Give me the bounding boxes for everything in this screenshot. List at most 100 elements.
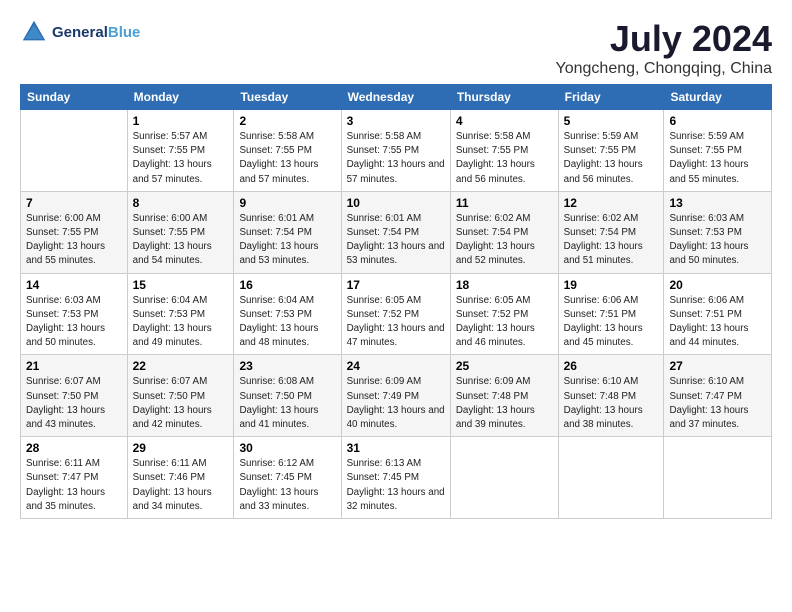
day-number: 8 <box>133 196 229 210</box>
calendar-table: Sunday Monday Tuesday Wednesday Thursday… <box>20 84 772 519</box>
day-number: 1 <box>133 114 229 128</box>
logo-icon <box>20 18 48 46</box>
cell-w2-d2: 8 Sunrise: 6:00 AMSunset: 7:55 PMDayligh… <box>127 191 234 273</box>
day-number: 21 <box>26 359 122 373</box>
cell-w5-d3: 30 Sunrise: 6:12 AMSunset: 7:45 PMDaylig… <box>234 437 341 519</box>
day-info: Sunrise: 6:06 AMSunset: 7:51 PMDaylight:… <box>669 295 748 349</box>
cell-w2-d6: 12 Sunrise: 6:02 AMSunset: 7:54 PMDaylig… <box>558 191 664 273</box>
header: GeneralBlue July 2024 Yongcheng, Chongqi… <box>20 18 772 78</box>
cell-w4-d4: 24 Sunrise: 6:09 AMSunset: 7:49 PMDaylig… <box>341 355 450 437</box>
col-monday: Monday <box>127 85 234 110</box>
day-info: Sunrise: 6:07 AMSunset: 7:50 PMDaylight:… <box>26 376 105 430</box>
cell-w5-d4: 31 Sunrise: 6:13 AMSunset: 7:45 PMDaylig… <box>341 437 450 519</box>
cell-w1-d5: 4 Sunrise: 5:58 AMSunset: 7:55 PMDayligh… <box>450 110 558 192</box>
cell-w4-d2: 22 Sunrise: 6:07 AMSunset: 7:50 PMDaylig… <box>127 355 234 437</box>
day-number: 7 <box>26 196 122 210</box>
title-block: July 2024 Yongcheng, Chongqing, China <box>556 18 772 78</box>
day-info: Sunrise: 6:01 AMSunset: 7:54 PMDaylight:… <box>239 213 318 267</box>
day-info: Sunrise: 6:03 AMSunset: 7:53 PMDaylight:… <box>26 295 105 349</box>
day-info: Sunrise: 6:13 AMSunset: 7:45 PMDaylight:… <box>347 458 445 512</box>
day-number: 30 <box>239 441 335 455</box>
day-number: 24 <box>347 359 445 373</box>
cell-w5-d7 <box>664 437 772 519</box>
cell-w1-d4: 3 Sunrise: 5:58 AMSunset: 7:55 PMDayligh… <box>341 110 450 192</box>
day-info: Sunrise: 5:58 AMSunset: 7:55 PMDaylight:… <box>347 131 445 185</box>
day-number: 27 <box>669 359 766 373</box>
day-number: 31 <box>347 441 445 455</box>
week-row-2: 7 Sunrise: 6:00 AMSunset: 7:55 PMDayligh… <box>21 191 772 273</box>
day-number: 11 <box>456 196 553 210</box>
cell-w5-d1: 28 Sunrise: 6:11 AMSunset: 7:47 PMDaylig… <box>21 437 128 519</box>
day-number: 29 <box>133 441 229 455</box>
col-sunday: Sunday <box>21 85 128 110</box>
week-row-3: 14 Sunrise: 6:03 AMSunset: 7:53 PMDaylig… <box>21 273 772 355</box>
cell-w3-d2: 15 Sunrise: 6:04 AMSunset: 7:53 PMDaylig… <box>127 273 234 355</box>
day-info: Sunrise: 6:03 AMSunset: 7:53 PMDaylight:… <box>669 213 748 267</box>
day-info: Sunrise: 6:04 AMSunset: 7:53 PMDaylight:… <box>239 295 318 349</box>
cell-w4-d1: 21 Sunrise: 6:07 AMSunset: 7:50 PMDaylig… <box>21 355 128 437</box>
day-number: 20 <box>669 278 766 292</box>
col-tuesday: Tuesday <box>234 85 341 110</box>
day-number: 6 <box>669 114 766 128</box>
cell-w1-d3: 2 Sunrise: 5:58 AMSunset: 7:55 PMDayligh… <box>234 110 341 192</box>
cell-w5-d5 <box>450 437 558 519</box>
day-number: 5 <box>564 114 659 128</box>
cell-w4-d5: 25 Sunrise: 6:09 AMSunset: 7:48 PMDaylig… <box>450 355 558 437</box>
page-container: GeneralBlue July 2024 Yongcheng, Chongqi… <box>0 0 792 529</box>
sub-title: Yongcheng, Chongqing, China <box>556 60 772 78</box>
week-row-1: 1 Sunrise: 5:57 AMSunset: 7:55 PMDayligh… <box>21 110 772 192</box>
cell-w5-d6 <box>558 437 664 519</box>
cell-w3-d7: 20 Sunrise: 6:06 AMSunset: 7:51 PMDaylig… <box>664 273 772 355</box>
day-number: 13 <box>669 196 766 210</box>
header-row: Sunday Monday Tuesday Wednesday Thursday… <box>21 85 772 110</box>
col-saturday: Saturday <box>664 85 772 110</box>
day-number: 3 <box>347 114 445 128</box>
day-info: Sunrise: 6:10 AMSunset: 7:48 PMDaylight:… <box>564 376 643 430</box>
cell-w3-d4: 17 Sunrise: 6:05 AMSunset: 7:52 PMDaylig… <box>341 273 450 355</box>
week-row-5: 28 Sunrise: 6:11 AMSunset: 7:47 PMDaylig… <box>21 437 772 519</box>
logo-text: GeneralBlue <box>52 24 140 41</box>
cell-w4-d3: 23 Sunrise: 6:08 AMSunset: 7:50 PMDaylig… <box>234 355 341 437</box>
day-number: 22 <box>133 359 229 373</box>
day-info: Sunrise: 5:59 AMSunset: 7:55 PMDaylight:… <box>564 131 643 185</box>
week-row-4: 21 Sunrise: 6:07 AMSunset: 7:50 PMDaylig… <box>21 355 772 437</box>
day-number: 18 <box>456 278 553 292</box>
day-info: Sunrise: 6:01 AMSunset: 7:54 PMDaylight:… <box>347 213 445 267</box>
cell-w1-d6: 5 Sunrise: 5:59 AMSunset: 7:55 PMDayligh… <box>558 110 664 192</box>
day-number: 9 <box>239 196 335 210</box>
cell-w2-d7: 13 Sunrise: 6:03 AMSunset: 7:53 PMDaylig… <box>664 191 772 273</box>
day-number: 14 <box>26 278 122 292</box>
cell-w3-d1: 14 Sunrise: 6:03 AMSunset: 7:53 PMDaylig… <box>21 273 128 355</box>
main-title: July 2024 <box>556 18 772 60</box>
col-wednesday: Wednesday <box>341 85 450 110</box>
day-info: Sunrise: 6:06 AMSunset: 7:51 PMDaylight:… <box>564 295 643 349</box>
cell-w2-d3: 9 Sunrise: 6:01 AMSunset: 7:54 PMDayligh… <box>234 191 341 273</box>
day-info: Sunrise: 6:05 AMSunset: 7:52 PMDaylight:… <box>456 295 535 349</box>
logo: GeneralBlue <box>20 18 140 46</box>
col-thursday: Thursday <box>450 85 558 110</box>
day-info: Sunrise: 6:00 AMSunset: 7:55 PMDaylight:… <box>133 213 212 267</box>
day-number: 19 <box>564 278 659 292</box>
cell-w2-d1: 7 Sunrise: 6:00 AMSunset: 7:55 PMDayligh… <box>21 191 128 273</box>
cell-w1-d1 <box>21 110 128 192</box>
day-info: Sunrise: 6:02 AMSunset: 7:54 PMDaylight:… <box>456 213 535 267</box>
day-number: 26 <box>564 359 659 373</box>
day-number: 10 <box>347 196 445 210</box>
day-info: Sunrise: 6:10 AMSunset: 7:47 PMDaylight:… <box>669 376 748 430</box>
day-number: 28 <box>26 441 122 455</box>
day-info: Sunrise: 6:00 AMSunset: 7:55 PMDaylight:… <box>26 213 105 267</box>
cell-w4-d6: 26 Sunrise: 6:10 AMSunset: 7:48 PMDaylig… <box>558 355 664 437</box>
day-number: 16 <box>239 278 335 292</box>
cell-w3-d3: 16 Sunrise: 6:04 AMSunset: 7:53 PMDaylig… <box>234 273 341 355</box>
cell-w3-d6: 19 Sunrise: 6:06 AMSunset: 7:51 PMDaylig… <box>558 273 664 355</box>
day-info: Sunrise: 5:59 AMSunset: 7:55 PMDaylight:… <box>669 131 748 185</box>
day-number: 2 <box>239 114 335 128</box>
day-info: Sunrise: 6:12 AMSunset: 7:45 PMDaylight:… <box>239 458 318 512</box>
cell-w4-d7: 27 Sunrise: 6:10 AMSunset: 7:47 PMDaylig… <box>664 355 772 437</box>
cell-w2-d5: 11 Sunrise: 6:02 AMSunset: 7:54 PMDaylig… <box>450 191 558 273</box>
day-number: 17 <box>347 278 445 292</box>
day-number: 15 <box>133 278 229 292</box>
day-info: Sunrise: 6:04 AMSunset: 7:53 PMDaylight:… <box>133 295 212 349</box>
day-number: 12 <box>564 196 659 210</box>
cell-w5-d2: 29 Sunrise: 6:11 AMSunset: 7:46 PMDaylig… <box>127 437 234 519</box>
